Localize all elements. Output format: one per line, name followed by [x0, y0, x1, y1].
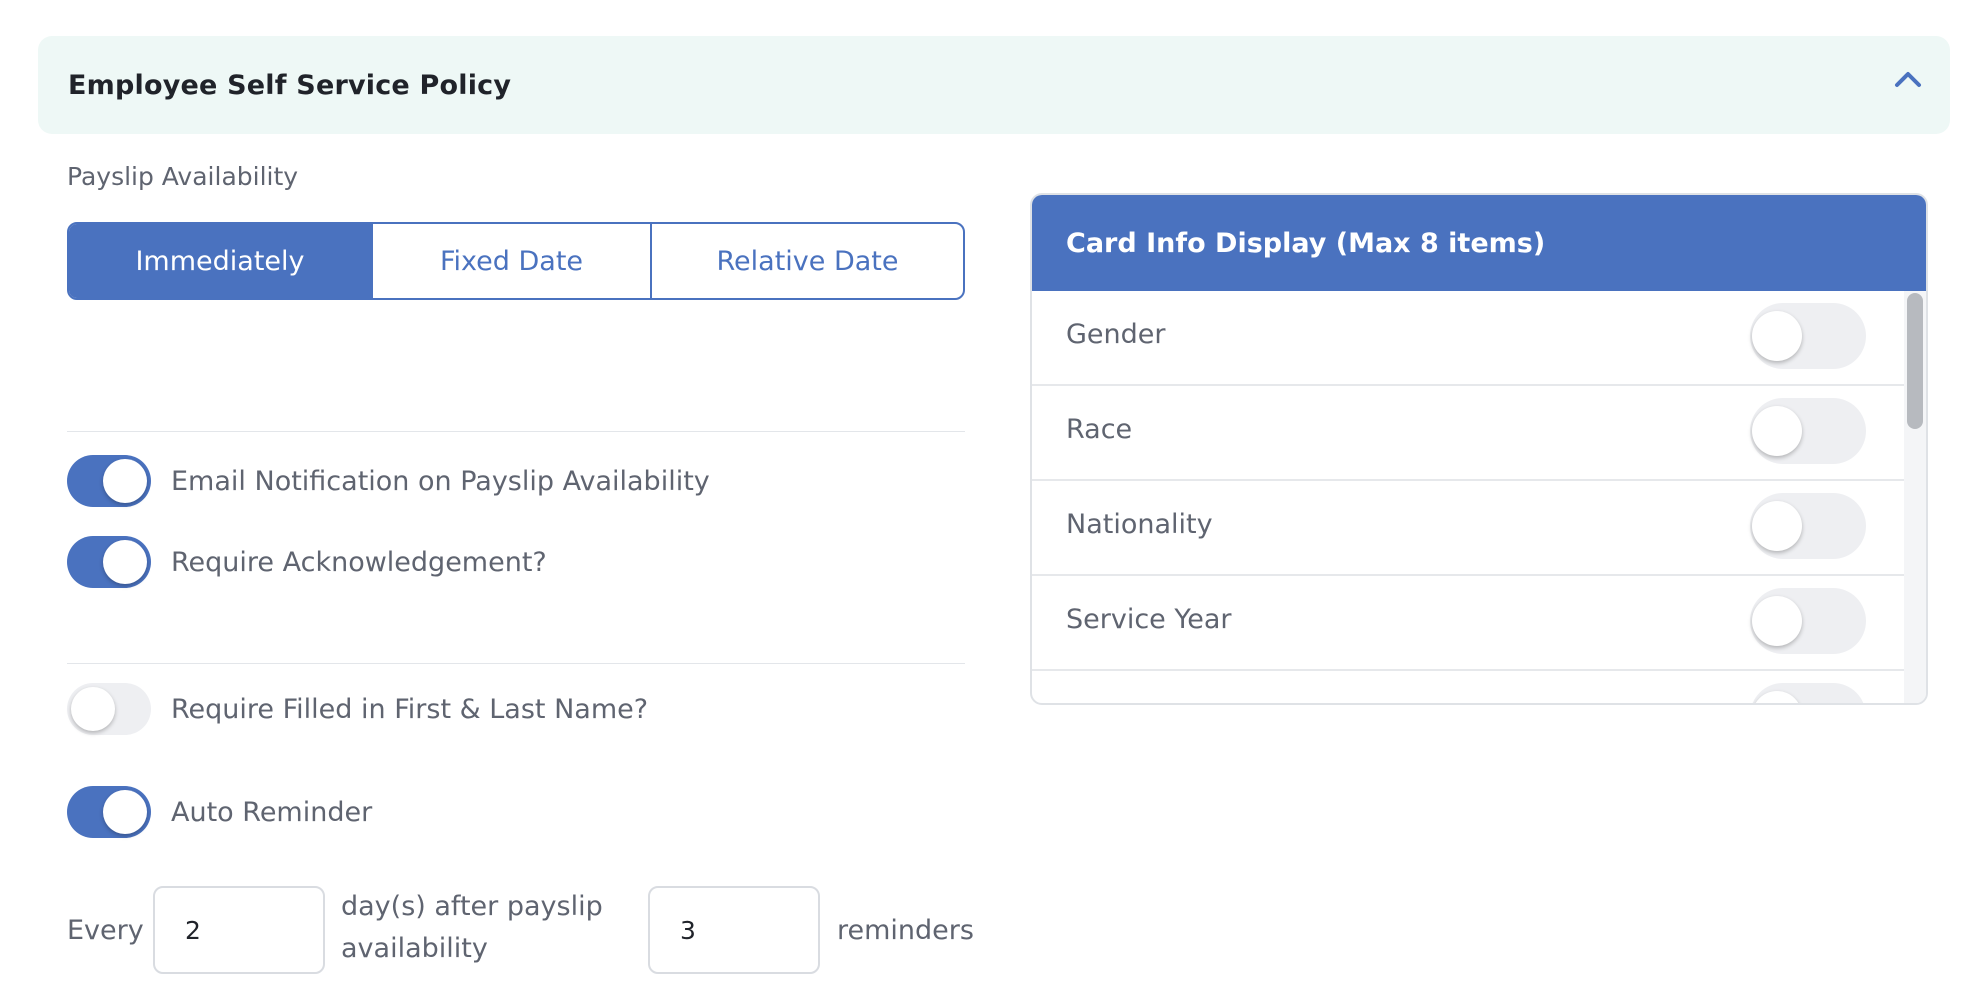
card-info-display: Card Info Display (Max 8 items) Gender R…	[1030, 193, 1928, 705]
divider	[67, 663, 965, 664]
days-after-label-line2: availability	[341, 933, 488, 964]
toggle-knob	[103, 540, 147, 584]
toggle-knob	[1752, 501, 1802, 551]
payslip-availability-label: Payslip Availability	[67, 162, 299, 191]
list-item: Nationality	[1032, 481, 1906, 576]
divider	[67, 431, 965, 432]
list-item: Gender	[1032, 291, 1906, 386]
nationality-toggle[interactable]	[1750, 493, 1866, 559]
every-label: Every	[67, 915, 144, 946]
require-name-row: Require Filled in First & Last Name?	[67, 683, 648, 735]
reminder-count-input[interactable]	[648, 886, 820, 974]
option-fixed-date[interactable]: Fixed Date	[371, 224, 650, 298]
toggle-knob	[71, 687, 115, 731]
reminder-settings: Every day(s) after payslip availability …	[67, 886, 974, 976]
auto-reminder-toggle[interactable]	[67, 786, 151, 838]
card-info-list[interactable]: Gender Race Nationality Service Year	[1032, 291, 1926, 703]
scrollbar[interactable]	[1904, 291, 1926, 703]
require-name-toggle[interactable]	[67, 683, 151, 735]
toggle-knob	[1752, 596, 1802, 646]
list-item: Service Year	[1032, 576, 1906, 671]
email-notification-label: Email Notification on Payslip Availabili…	[171, 465, 710, 497]
email-notification-row: Email Notification on Payslip Availabili…	[67, 455, 710, 507]
payslip-settings: Payslip Availability Immediately Fixed D…	[67, 160, 974, 974]
reminders-label: reminders	[837, 915, 974, 946]
card-item-label: Nationality	[1066, 509, 1213, 540]
toggle-knob	[1752, 691, 1802, 703]
payslip-availability-selector: Immediately Fixed Date Relative Date	[67, 222, 965, 300]
card-item-label: Service Year	[1066, 604, 1232, 635]
race-toggle[interactable]	[1750, 398, 1866, 464]
gender-toggle[interactable]	[1750, 303, 1866, 369]
days-after-label-line1: day(s) after payslip	[341, 891, 603, 922]
partial-item-toggle[interactable]	[1750, 683, 1866, 703]
scrollbar-thumb[interactable]	[1907, 293, 1923, 429]
section-title: Employee Self Service Policy	[68, 70, 512, 101]
require-ack-toggle[interactable]	[67, 536, 151, 588]
list-item-partial	[1032, 671, 1906, 703]
toggle-knob	[1752, 406, 1802, 456]
section-header[interactable]: Employee Self Service Policy	[38, 36, 1950, 134]
option-relative-date[interactable]: Relative Date	[650, 224, 963, 298]
email-notification-toggle[interactable]	[67, 455, 151, 507]
card-item-label: Gender	[1066, 319, 1166, 350]
toggle-knob	[1752, 311, 1802, 361]
page: Employee Self Service Policy Payslip Ava…	[0, 0, 1988, 996]
require-name-label: Require Filled in First & Last Name?	[171, 693, 649, 725]
card-info-title: Card Info Display (Max 8 items)	[1032, 195, 1926, 291]
toggle-knob	[103, 459, 147, 503]
auto-reminder-label: Auto Reminder	[171, 796, 373, 828]
require-ack-label: Require Acknowledgement?	[171, 546, 547, 578]
auto-reminder-row: Auto Reminder	[67, 786, 372, 838]
list-item: Race	[1032, 386, 1906, 481]
toggle-knob	[103, 790, 147, 834]
require-ack-row: Require Acknowledgement?	[67, 536, 547, 588]
chevron-up-icon[interactable]	[1888, 60, 1928, 100]
option-immediately[interactable]: Immediately	[69, 224, 371, 298]
reminder-days-input[interactable]	[153, 886, 325, 974]
card-item-label: Race	[1066, 414, 1133, 445]
service-year-toggle[interactable]	[1750, 588, 1866, 654]
